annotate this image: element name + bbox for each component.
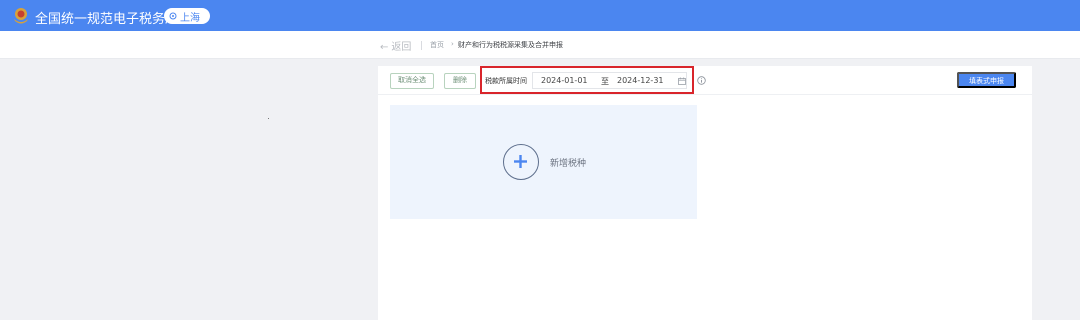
breadcrumb-home[interactable]: 首页 (430, 40, 444, 50)
breadcrumb-current: 财产和行为税税源采集及合并申报 (458, 41, 563, 49)
arrow-left-icon: ← (380, 42, 389, 53)
top-header: 全国统一规范电子税务局 上海 (0, 0, 1080, 31)
date-range-picker[interactable]: 2024-01-01 至 2024-12-31 (532, 72, 687, 89)
region-selector[interactable]: 上海 (164, 8, 210, 24)
form-declaration-button[interactable]: 填表式申报 (957, 72, 1016, 88)
tax-period-filter: 税款所属时间 2024-01-01 至 2024-12-31 (480, 66, 694, 94)
cancel-select-all-button[interactable]: 取消全选 (390, 73, 434, 89)
region-label: 上海 (180, 13, 200, 24)
breadcrumb-separator: › (451, 40, 454, 48)
breadcrumb-divider (421, 41, 422, 50)
national-emblem-icon (14, 8, 28, 24)
back-button[interactable]: ← 返回 (380, 38, 411, 53)
site-title: 全国统一规范电子税务局 (35, 12, 179, 27)
calendar-icon[interactable] (678, 77, 686, 85)
plus-circle-icon (503, 144, 539, 180)
start-date-field[interactable]: 2024-01-01 (541, 76, 588, 85)
main-panel: 取消全选 删除 税款所属时间 2024-01-01 至 2024-12-31 填… (378, 66, 1032, 320)
date-range-separator: 至 (601, 77, 609, 86)
info-icon[interactable] (697, 76, 706, 85)
location-icon (169, 12, 177, 20)
navigation-bar: ← 返回 首页 › 财产和行为税税源采集及合并申报 (0, 31, 1080, 59)
add-tax-type-label: 新增税种 (550, 159, 587, 169)
tax-period-label: 税款所属时间 (485, 77, 527, 85)
toolbar-divider (378, 94, 1032, 95)
add-tax-type-card[interactable]: 新增税种 (390, 105, 697, 219)
end-date-field[interactable]: 2024-12-31 (617, 76, 664, 85)
stray-dot (268, 118, 269, 119)
delete-button[interactable]: 删除 (444, 73, 476, 89)
back-label: 返回 (391, 42, 412, 53)
